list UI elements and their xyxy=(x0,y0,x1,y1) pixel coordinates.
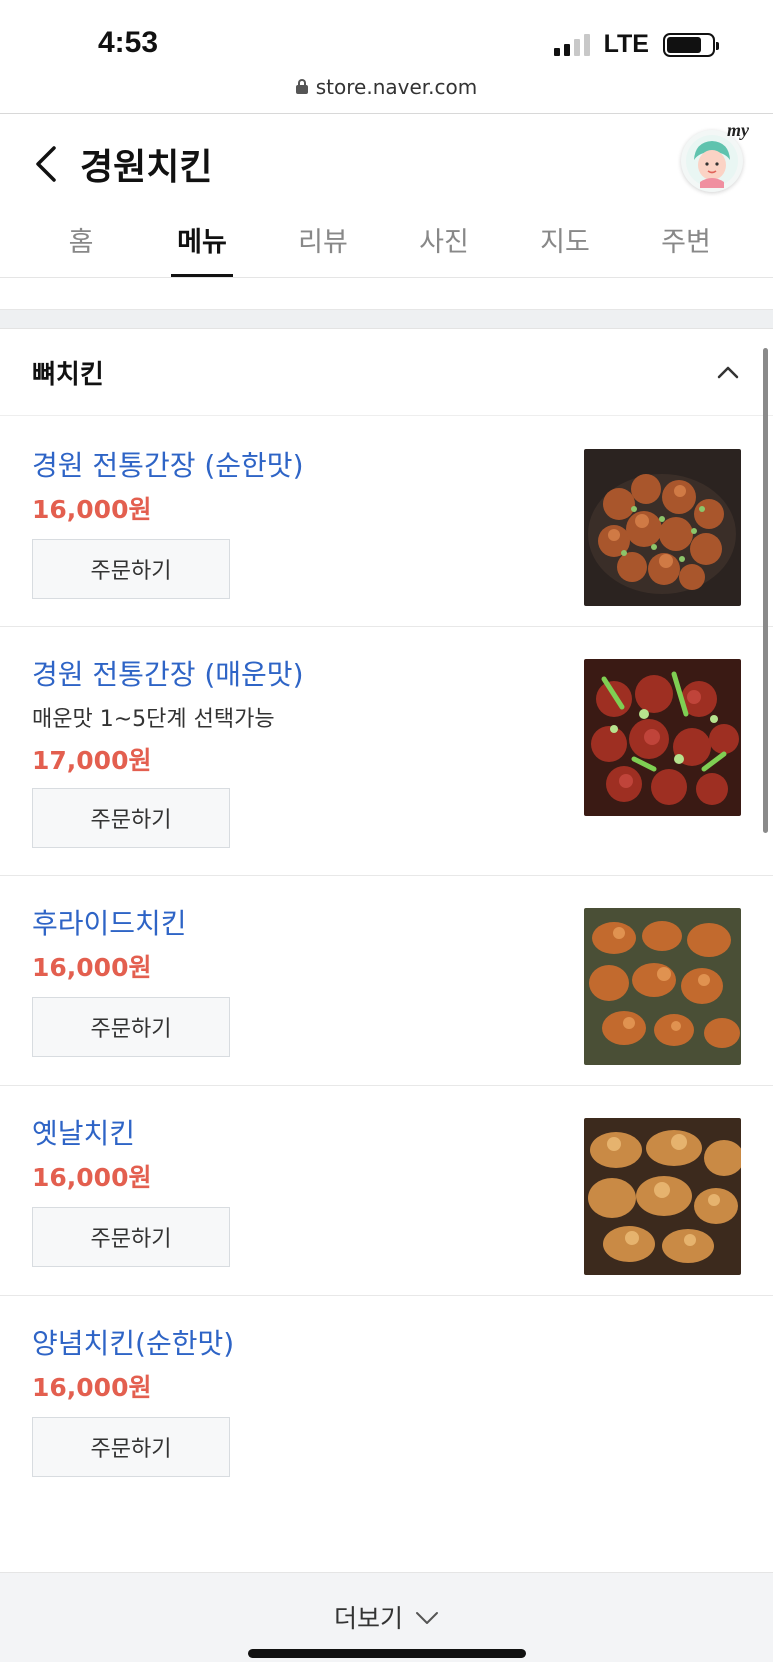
tab-home[interactable]: 홈 xyxy=(26,204,136,277)
store-header: 경원치킨 my xyxy=(0,114,773,204)
tab-photos[interactable]: 사진 xyxy=(389,204,499,277)
status-indicators: LTE xyxy=(553,30,719,59)
order-button[interactable]: 주문하기 xyxy=(32,1417,230,1477)
url-text: store.naver.com xyxy=(315,74,478,99)
tab-bar: 홈 메뉴 리뷰 사진 지도 주변 xyxy=(0,204,773,278)
menu-item-description: 매운맛 1~5단계 선택가능 xyxy=(32,707,275,732)
signal-icon xyxy=(553,33,590,56)
more-label: 더보기 xyxy=(333,1604,403,1633)
chevron-down-icon xyxy=(416,1612,438,1624)
menu-item-price: 17,000원 xyxy=(32,746,152,775)
order-button[interactable]: 주문하기 xyxy=(32,539,230,599)
status-bar: 4:53 LTE xyxy=(0,0,773,60)
lock-icon xyxy=(295,79,308,94)
menu-item-name: 후라이드치킨 xyxy=(32,907,187,940)
divider xyxy=(0,278,773,310)
menu-item-price: 16,000원 xyxy=(32,953,152,982)
order-button[interactable]: 주문하기 xyxy=(32,788,230,848)
section-title: 뼈치킨 xyxy=(32,359,104,390)
chevron-up-icon xyxy=(717,366,739,379)
menu-item[interactable]: 경원 전통간장 (순한맛) 16,000원 주문하기 xyxy=(0,416,773,627)
menu-item[interactable]: 옛날치킨 16,000원 주문하기 xyxy=(0,1086,773,1296)
order-button[interactable]: 주문하기 xyxy=(32,1207,230,1267)
tab-reviews[interactable]: 리뷰 xyxy=(268,204,378,277)
menu-item-name: 옛날치킨 xyxy=(32,1117,136,1150)
page-title: 경원치킨 xyxy=(80,147,213,188)
menu-item-name: 경원 전통간장 (매운맛) xyxy=(32,658,304,691)
home-indicator[interactable] xyxy=(248,1649,526,1658)
menu-item-price: 16,000원 xyxy=(32,1163,152,1192)
status-time: 4:53 xyxy=(98,26,159,59)
section-toggle[interactable]: 뼈치킨 xyxy=(0,328,773,416)
network-label: LTE xyxy=(603,30,649,58)
menu-item-photo[interactable] xyxy=(584,1118,741,1275)
tab-menu[interactable]: 메뉴 xyxy=(147,204,257,277)
menu-item-name: 양념치킨(순한맛) xyxy=(32,1327,235,1360)
menu-item-photo[interactable] xyxy=(584,659,741,816)
address-bar[interactable]: store.naver.com xyxy=(0,60,773,114)
battery-icon xyxy=(663,32,719,57)
menu-item-photo[interactable] xyxy=(584,449,741,606)
tab-map[interactable]: 지도 xyxy=(510,204,620,277)
menu-item-price: 16,000원 xyxy=(32,1373,152,1402)
menu-item-photo[interactable] xyxy=(584,908,741,1065)
menu-item[interactable]: 양념치킨(순한맛) 16,000원 주문하기 xyxy=(0,1296,773,1506)
menu-item[interactable]: 후라이드치킨 16,000원 주문하기 xyxy=(0,876,773,1086)
section-separator xyxy=(0,310,773,328)
menu-item-price: 16,000원 xyxy=(32,495,152,524)
order-button[interactable]: 주문하기 xyxy=(32,997,230,1057)
tab-nearby[interactable]: 주변 xyxy=(631,204,741,277)
menu-item-name: 경원 전통간장 (순한맛) xyxy=(32,449,304,482)
scrollbar[interactable] xyxy=(763,348,768,833)
back-arrow-icon[interactable] xyxy=(32,144,60,184)
menu-item[interactable]: 경원 전통간장 (매운맛) 매운맛 1~5단계 선택가능 17,000원 주문하… xyxy=(0,627,773,876)
my-label: my xyxy=(727,120,749,140)
my-profile-button[interactable]: my xyxy=(681,120,749,192)
